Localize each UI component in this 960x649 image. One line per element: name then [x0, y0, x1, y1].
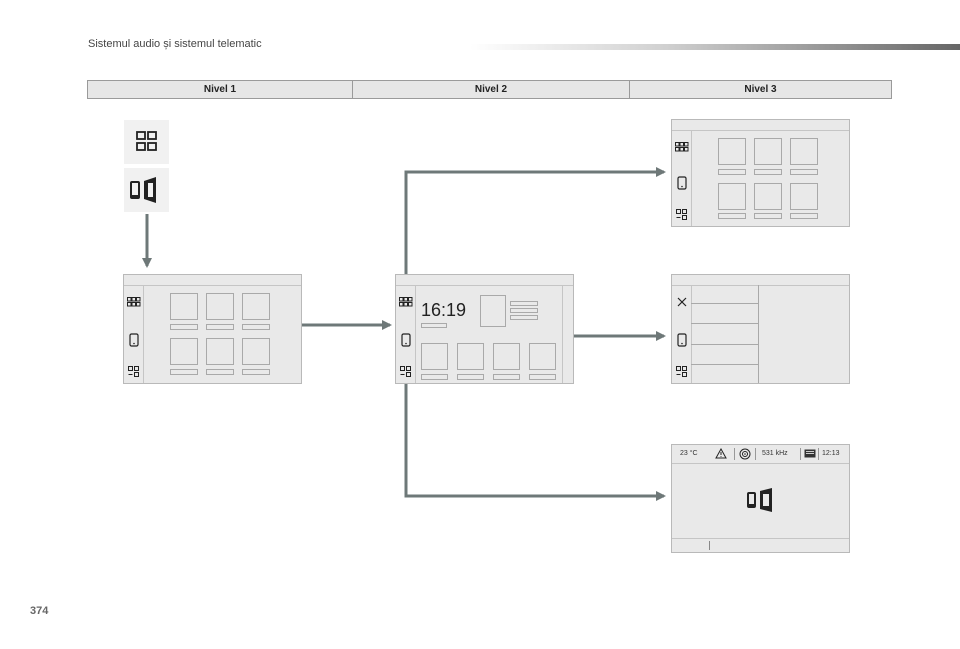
time-readout: 12:13: [822, 450, 840, 457]
mirror-screen: 23 °C 531 kHz 12:13: [671, 444, 850, 553]
radio-icon[interactable]: [739, 448, 751, 460]
phone-icon[interactable]: [124, 329, 143, 351]
home-screen: 16:19: [395, 274, 574, 384]
apps-screen-level3: [671, 119, 850, 227]
settings-grid-icon[interactable]: [124, 363, 143, 381]
media-icon[interactable]: [804, 449, 816, 458]
home-clock: 16:19: [421, 300, 467, 320]
phone-icon[interactable]: [672, 329, 691, 351]
close-icon[interactable]: [672, 293, 691, 311]
phone-icon[interactable]: [672, 172, 691, 194]
apps-grid-icon[interactable]: [672, 138, 691, 156]
apps-grid-icon[interactable]: [396, 293, 415, 311]
settings-grid-icon[interactable]: [396, 363, 415, 381]
apps-grid-icon[interactable]: [124, 293, 143, 311]
phone-icon[interactable]: [396, 329, 415, 351]
warning-icon[interactable]: [715, 448, 727, 459]
settings-grid-icon[interactable]: [672, 363, 691, 381]
apps-screen: [123, 274, 302, 384]
frequency-readout: 531 kHz: [762, 450, 788, 457]
status-bar: 23 °C 531 kHz 12:13: [672, 445, 849, 464]
settings-grid-icon[interactable]: [672, 206, 691, 224]
phone-list-screen: [671, 274, 850, 384]
temperature-readout: 23 °C: [680, 450, 698, 457]
mirror-screen-icon[interactable]: [745, 486, 777, 514]
page-number: 374: [30, 605, 49, 617]
